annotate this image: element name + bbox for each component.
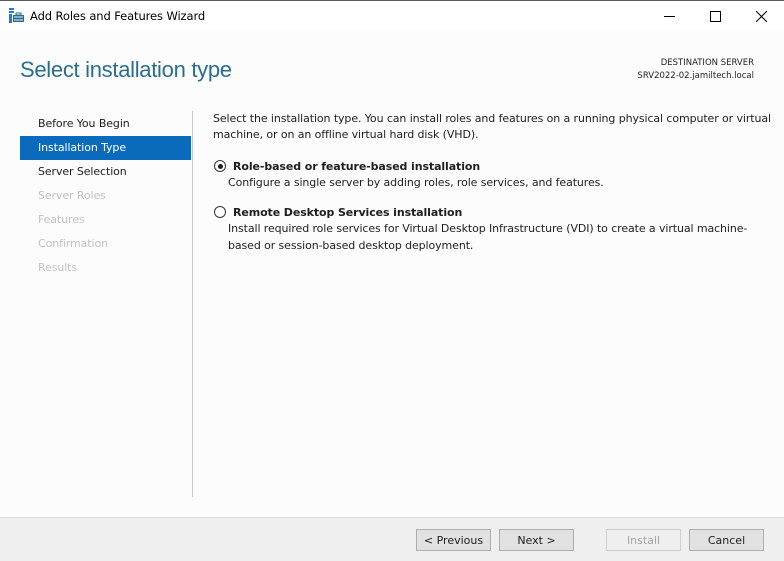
maximize-icon (709, 10, 721, 22)
wizard-steps-nav: Before You Begin Installation Type Serve… (20, 112, 191, 280)
remote-desktop-radio[interactable] (214, 206, 226, 218)
sidebar-divider (192, 111, 193, 497)
previous-button[interactable]: < Previous (416, 529, 491, 551)
remote-desktop-label[interactable]: Remote Desktop Services installation (233, 206, 462, 219)
destination-server-name: SRV2022-02.jamiltech.local (637, 71, 754, 81)
title-bar: Add Roles and Features Wizard (0, 1, 784, 31)
footer-bar: < Previous Next > Install Cancel (0, 517, 784, 561)
server-manager-icon (9, 8, 24, 23)
role-based-radio-row[interactable]: Role-based or feature-based installation (213, 158, 773, 174)
remote-desktop-description: Install required role services for Virtu… (228, 222, 748, 252)
maximize-button[interactable] (692, 1, 738, 31)
sidebar-item-features: Features (38, 213, 85, 226)
main-content: Select the installation type. You can in… (213, 111, 773, 254)
role-based-radio[interactable] (214, 160, 226, 172)
minimize-icon (663, 15, 675, 17)
option-role-based: Role-based or feature-based installation… (213, 158, 773, 191)
next-button[interactable]: Next > (499, 529, 574, 551)
role-based-label[interactable]: Role-based or feature-based installation (233, 160, 480, 173)
intro-text: Select the installation type. You can in… (213, 112, 771, 141)
install-button: Install (606, 529, 681, 551)
sidebar-item-server-selection[interactable]: Server Selection (20, 160, 191, 184)
sidebar-item-installation-type[interactable]: Installation Type (20, 136, 191, 160)
sidebar-item-server-roles: Server Roles (38, 189, 106, 202)
sidebar-item-results: Results (38, 261, 78, 274)
wizard-window: Add Roles and Features Wizard Select ins… (0, 0, 784, 561)
page-title: Select installation type (20, 57, 232, 82)
sidebar-item-before-you-begin[interactable]: Before You Begin (20, 112, 191, 136)
close-button[interactable] (738, 1, 784, 31)
remote-desktop-radio-row[interactable]: Remote Desktop Services installation (213, 204, 773, 220)
cancel-button[interactable]: Cancel (689, 529, 764, 551)
sidebar-item-confirmation: Confirmation (38, 237, 108, 250)
role-based-description: Configure a single server by adding role… (228, 176, 604, 189)
option-remote-desktop: Remote Desktop Services installation Ins… (213, 204, 773, 254)
minimize-button[interactable] (646, 1, 692, 31)
window-title: Add Roles and Features Wizard (30, 9, 206, 23)
close-icon (755, 10, 767, 22)
destination-server-label: DESTINATION SERVER (660, 58, 754, 68)
